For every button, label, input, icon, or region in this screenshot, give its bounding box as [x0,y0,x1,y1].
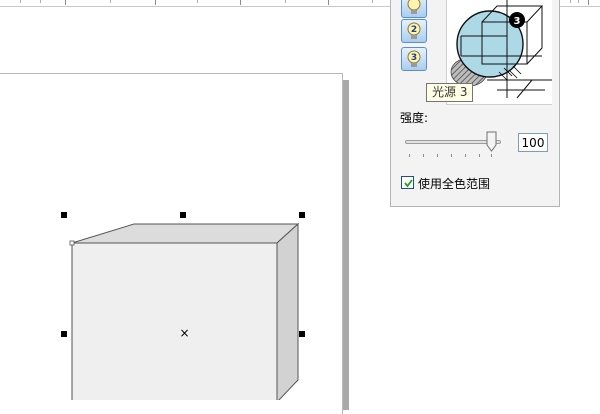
selection-handle-middle-right[interactable] [299,331,305,337]
selection-handle-top-right[interactable] [299,212,305,218]
slider-tick [423,154,424,157]
light-tooltip: 光源 3 [426,83,474,102]
intensity-value-input[interactable]: 100 [518,133,548,152]
selection-handle-middle-left[interactable] [61,331,67,337]
rotation-center-marker[interactable]: × [179,327,190,339]
intensity-label: 强度: [400,111,429,125]
checkmark-icon [404,179,413,188]
slider-tick [465,154,466,157]
cube-side-face [276,222,299,400]
light-3-number: 3 [411,53,417,63]
light-1-button[interactable] [401,0,427,18]
slider-tick [437,154,438,157]
cube-top-face [71,223,300,244]
selection-handle-top-left[interactable] [61,212,67,218]
active-light-number: 3 [514,16,521,27]
selection-handle-top-center[interactable] [180,212,186,218]
slider-tick [491,154,492,157]
light-bulb-icon: 2 [407,22,421,39]
lighting-docker: 2 3 3 光源 3 强度: 100 使用全色范围 [390,0,560,207]
light-bulb-icon: 3 [407,50,421,67]
light-2-button[interactable]: 2 [401,19,427,43]
cube-front-face [71,242,278,400]
use-full-color-checkbox[interactable] [401,176,414,189]
light-bulb-icon [407,0,421,14]
slider-tick [409,154,410,157]
light-2-number: 2 [411,25,417,35]
intensity-slider-thumb[interactable] [486,131,497,152]
use-full-color-label[interactable]: 使用全色范围 [418,175,490,192]
slider-tick [451,154,452,157]
slider-tick [479,154,480,157]
light-3-button[interactable]: 3 [401,47,427,71]
